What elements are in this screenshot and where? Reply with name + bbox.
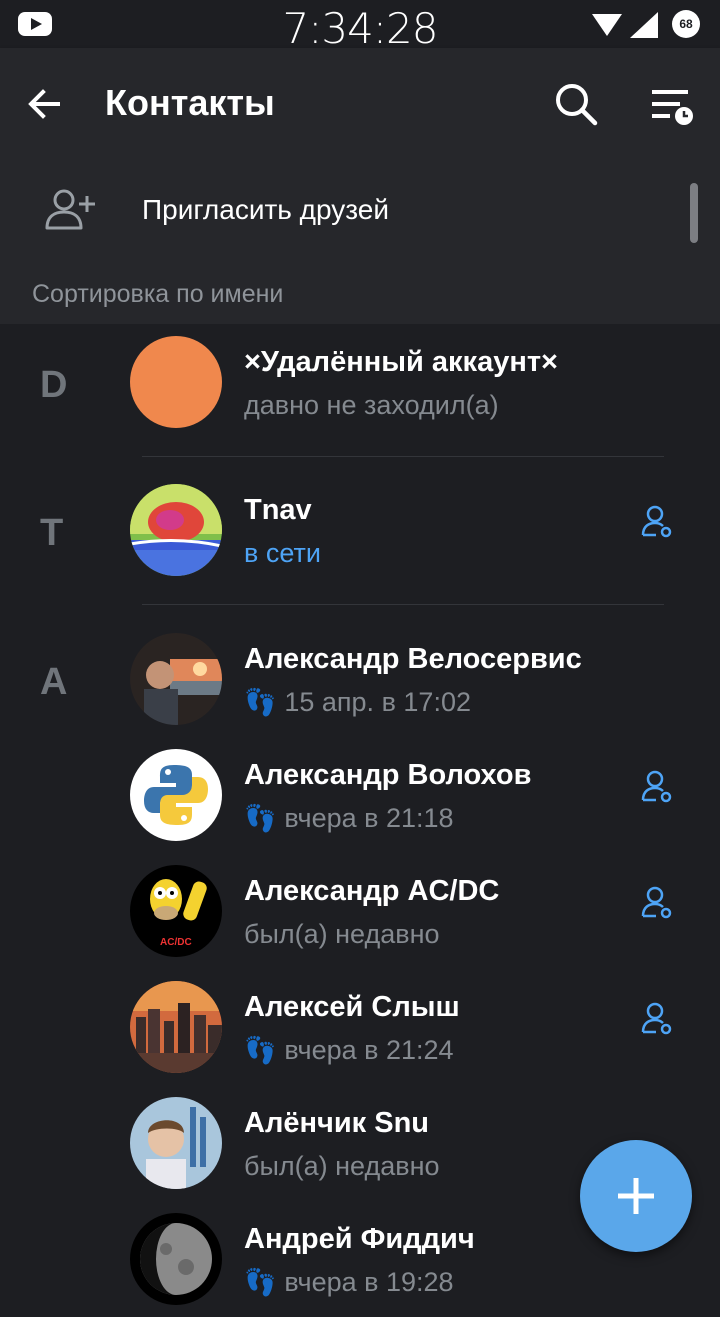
footprint-icon: 👣 bbox=[244, 1035, 277, 1065]
page-title: Контакты bbox=[105, 82, 275, 123]
list-item[interactable]: D ×Удалённый аккаунт× давно не заходил(а… bbox=[0, 324, 720, 440]
list-item[interactable]: AC/DC Александр AC/DC был(а) недавно bbox=[0, 853, 720, 969]
section-letter: T bbox=[40, 512, 64, 554]
avatar bbox=[130, 633, 222, 725]
signal-icon bbox=[630, 12, 658, 38]
svg-text:AC/DC: AC/DC bbox=[160, 937, 192, 948]
contact-name: Александр Волохов bbox=[244, 759, 532, 791]
contact-name: Алексей Слыш bbox=[244, 991, 460, 1023]
avatar bbox=[130, 749, 222, 841]
plus-icon bbox=[618, 1178, 654, 1214]
contact-name: Александр AC/DC bbox=[244, 875, 500, 907]
section-letter: A bbox=[40, 661, 68, 703]
sort-header-label: Сортировка по имени bbox=[32, 280, 284, 308]
mutual-contact-icon bbox=[641, 770, 672, 803]
contact-name: Александр Велосервис bbox=[244, 643, 582, 675]
list-item[interactable]: Алексей Слыш 👣 вчера в 21:24 bbox=[0, 969, 720, 1085]
section-letter: D bbox=[40, 364, 68, 406]
contact-name: Андрей Фиддич bbox=[244, 1223, 475, 1255]
scrollbar[interactable] bbox=[690, 183, 698, 243]
add-contact-button[interactable] bbox=[580, 1140, 692, 1252]
contact-status: 👣 вчера в 19:28 bbox=[244, 1267, 454, 1297]
divider bbox=[142, 456, 664, 457]
sort-header: Сортировка по имени bbox=[0, 260, 720, 324]
contact-name: ×Удалённый аккаунт× bbox=[244, 346, 558, 378]
back-arrow-icon[interactable] bbox=[24, 84, 64, 124]
sort-icon[interactable] bbox=[648, 84, 694, 128]
search-icon[interactable] bbox=[554, 82, 598, 126]
avatar bbox=[130, 981, 222, 1073]
footprint-icon: 👣 bbox=[244, 1267, 277, 1297]
mutual-contact-icon bbox=[641, 886, 672, 919]
footprint-icon: 👣 bbox=[244, 803, 277, 833]
contact-name: Tnav bbox=[244, 494, 312, 526]
divider bbox=[142, 604, 664, 605]
battery-icon: 68 bbox=[672, 10, 700, 38]
avatar: AC/DC bbox=[130, 865, 222, 957]
invite-friends-label: Пригласить друзей bbox=[142, 194, 390, 225]
mutual-contact-icon bbox=[641, 505, 672, 538]
list-item[interactable]: T Tnav в сети bbox=[0, 472, 720, 588]
contact-status: 👣 вчера в 21:18 bbox=[244, 803, 454, 833]
contact-status: был(а) недавно bbox=[244, 919, 440, 949]
avatar bbox=[130, 1097, 222, 1189]
contact-status: давно не заходил(а) bbox=[244, 390, 499, 420]
avatar bbox=[130, 1213, 222, 1305]
list-item[interactable]: Александр Волохов 👣 вчера в 21:18 bbox=[0, 737, 720, 853]
app-bar: Контакты bbox=[0, 48, 720, 160]
list-item[interactable]: A Александр Велосервис 👣 15 апр. в 17:02 bbox=[0, 621, 720, 737]
contact-status: в сети bbox=[244, 538, 321, 568]
contact-name: Алёнчик Snu bbox=[244, 1107, 430, 1139]
footprint-icon: 👣 bbox=[244, 687, 277, 717]
avatar bbox=[130, 484, 222, 576]
invite-friends-row[interactable]: Пригласить друзей bbox=[0, 160, 720, 260]
avatar bbox=[130, 336, 222, 428]
wifi-icon bbox=[592, 14, 622, 36]
add-user-icon bbox=[45, 189, 95, 230]
contact-status: был(а) недавно bbox=[244, 1151, 440, 1181]
status-bar: 7:34:28 68 bbox=[0, 0, 720, 53]
contact-status: 👣 15 апр. в 17:02 bbox=[244, 687, 471, 717]
contact-status: 👣 вчера в 21:24 bbox=[244, 1035, 454, 1065]
mutual-contact-icon bbox=[641, 1002, 672, 1035]
